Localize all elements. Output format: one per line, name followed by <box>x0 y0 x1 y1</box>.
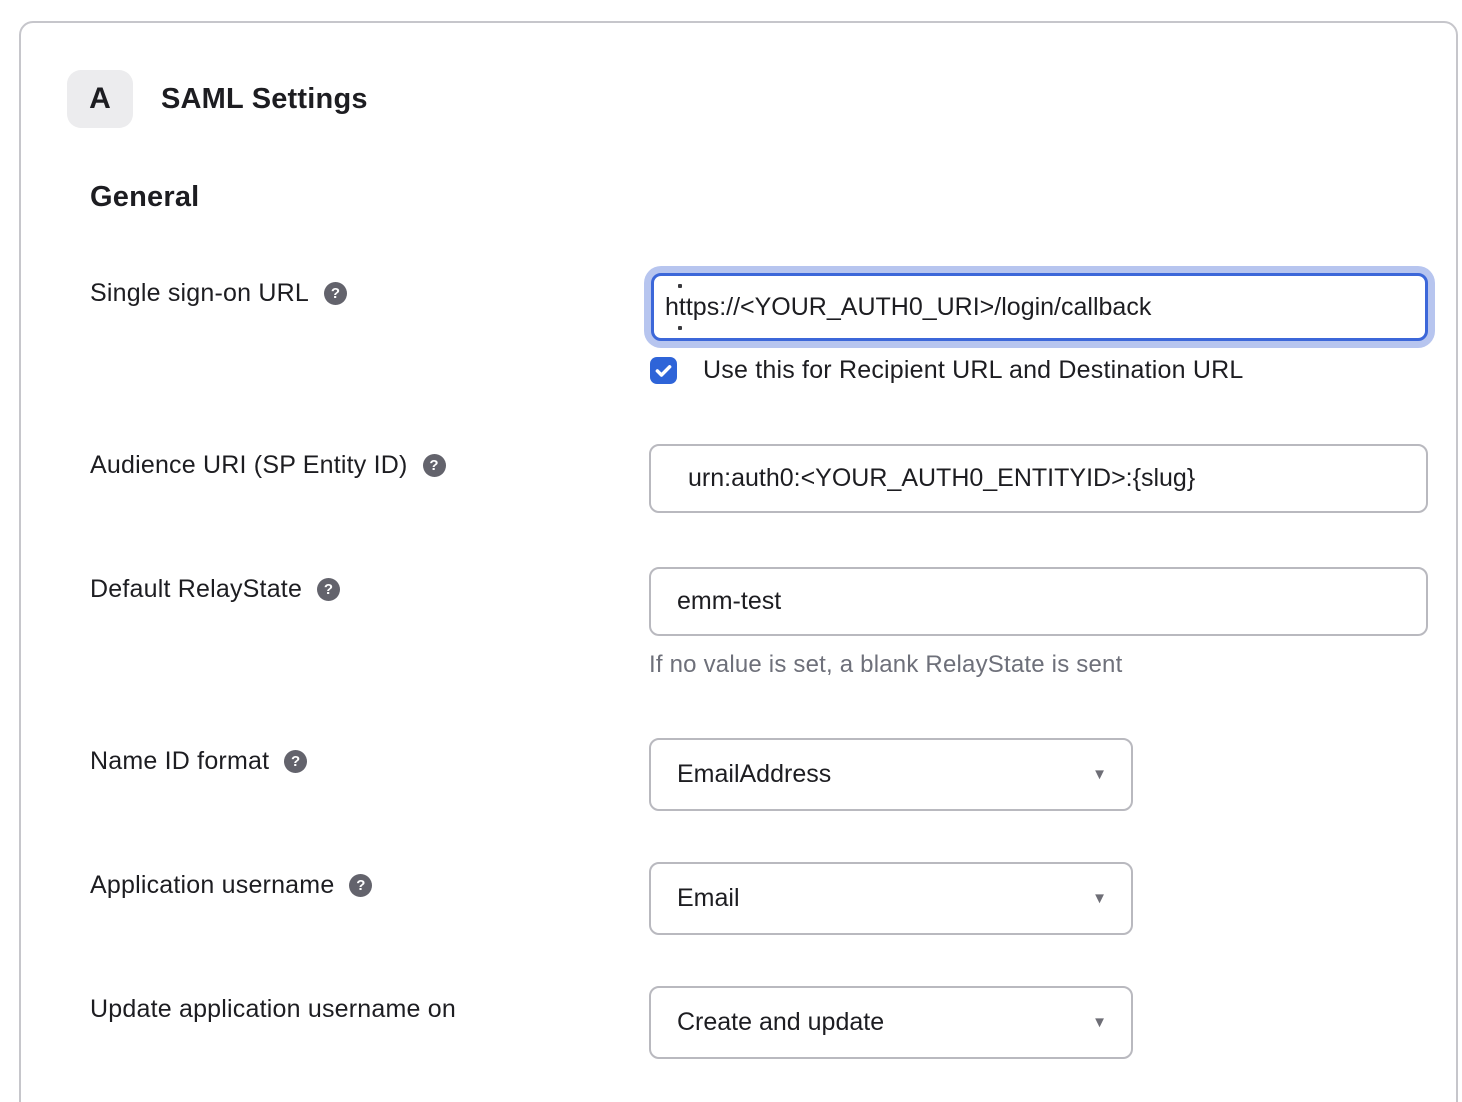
section-letter-badge: A <box>67 70 133 128</box>
text-cursor <box>678 326 682 330</box>
help-icon[interactable]: ? <box>349 874 372 897</box>
help-icon[interactable]: ? <box>324 282 347 305</box>
text-cursor <box>678 284 682 288</box>
update-username-label-row: Update application username on <box>90 995 456 1023</box>
sso-url-input[interactable] <box>651 273 1428 341</box>
recipient-url-checkbox[interactable] <box>650 357 677 384</box>
sso-url-label: Single sign-on URL <box>90 279 309 308</box>
help-icon[interactable]: ? <box>317 578 340 601</box>
application-username-value: Email <box>677 884 740 913</box>
help-icon[interactable]: ? <box>284 750 307 773</box>
name-id-format-label: Name ID format <box>90 747 269 776</box>
audience-uri-label-row: Audience URI (SP Entity ID) ? <box>90 451 446 479</box>
panel-title: SAML Settings <box>161 83 368 116</box>
name-id-format-value: EmailAddress <box>677 760 831 789</box>
application-username-label: Application username <box>90 871 334 900</box>
application-username-select[interactable]: Email ▼ <box>649 862 1133 935</box>
relay-state-input[interactable] <box>649 567 1428 636</box>
dropdown-arrow-icon: ▼ <box>1092 889 1107 906</box>
update-username-label: Update application username on <box>90 995 456 1024</box>
relay-state-label: Default RelayState <box>90 575 302 604</box>
relay-state-hint: If no value is set, a blank RelayState i… <box>649 651 1122 679</box>
checkmark-icon <box>653 360 674 381</box>
saml-settings-panel: A SAML Settings General Single sign-on U… <box>19 21 1458 1102</box>
help-icon[interactable]: ? <box>423 454 446 477</box>
update-username-select[interactable]: Create and update ▼ <box>649 986 1133 1059</box>
application-username-label-row: Application username ? <box>90 871 372 899</box>
section-letter: A <box>89 82 111 116</box>
audience-uri-label: Audience URI (SP Entity ID) <box>90 451 408 480</box>
audience-uri-input[interactable] <box>649 444 1428 513</box>
recipient-url-checkbox-label: Use this for Recipient URL and Destinati… <box>703 357 1243 384</box>
dropdown-arrow-icon: ▼ <box>1092 765 1107 782</box>
section-heading-general: General <box>90 181 199 214</box>
relay-state-label-row: Default RelayState ? <box>90 575 340 603</box>
name-id-format-select[interactable]: EmailAddress ▼ <box>649 738 1133 811</box>
sso-url-label-row: Single sign-on URL ? <box>90 279 347 307</box>
dropdown-arrow-icon: ▼ <box>1092 1013 1107 1030</box>
name-id-format-label-row: Name ID format ? <box>90 747 307 775</box>
update-username-value: Create and update <box>677 1008 884 1037</box>
